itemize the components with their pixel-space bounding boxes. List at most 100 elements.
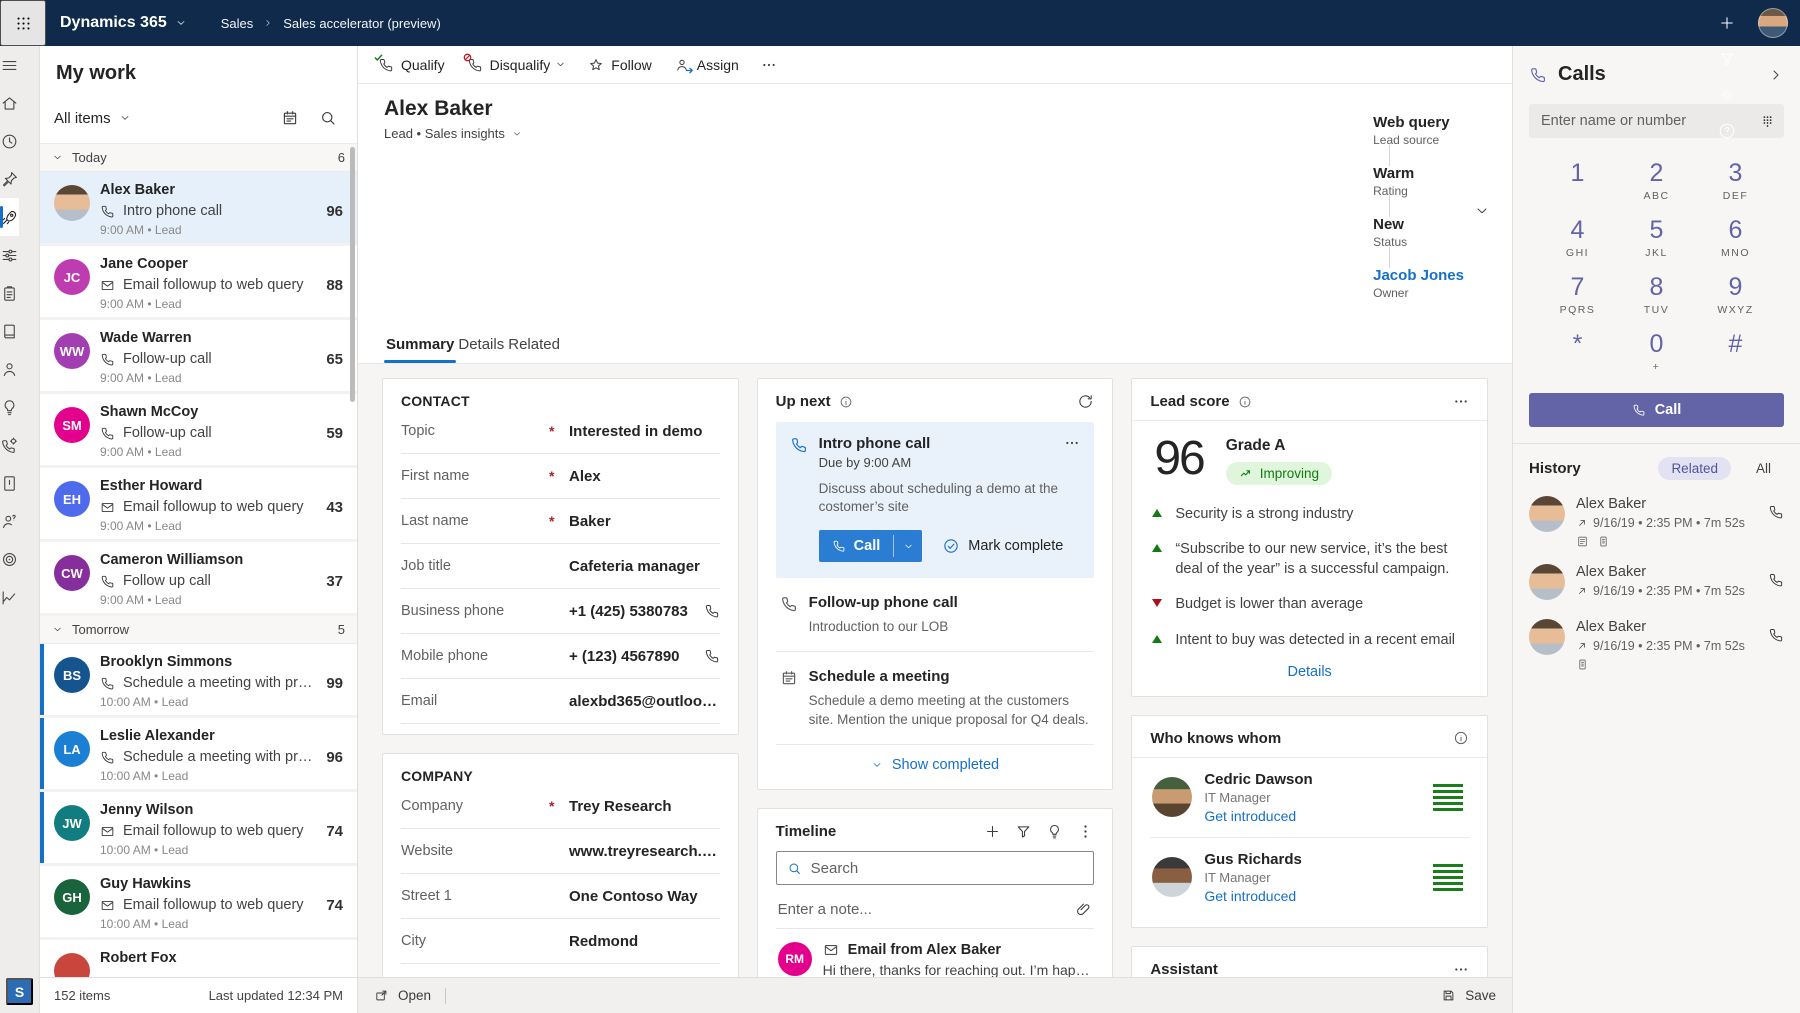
timeline-entry[interactable]: RM Email from Alex Baker Hi there, thank… [776, 929, 1095, 977]
environment-badge[interactable]: S [6, 978, 33, 1005]
field-value[interactable]: alexbd365@outlook.com [569, 693, 720, 710]
help-icon[interactable] [1709, 113, 1745, 149]
more-options-icon[interactable] [1453, 393, 1469, 410]
timeline-search[interactable] [775, 851, 1095, 886]
All[interactable]: All [1743, 457, 1784, 480]
collapse-header-chevron-icon[interactable] [1474, 203, 1490, 219]
dialpad-key[interactable]: 0 + [1622, 330, 1692, 375]
more-commands-button[interactable] [751, 51, 787, 79]
calendar-icon[interactable] [275, 103, 305, 133]
app-title[interactable]: Dynamics 365 [60, 14, 187, 32]
home-icon[interactable] [0, 84, 19, 122]
qualify-button[interactable]: Qualify [368, 51, 455, 79]
app-launcher-waffle-icon[interactable] [0, 0, 46, 46]
field-value[interactable]: Trey Research [569, 798, 720, 815]
call-back-phone-icon[interactable] [1768, 627, 1784, 643]
stat-value[interactable]: Warm [1373, 165, 1464, 182]
dialpad-key[interactable]: 7 PQRS [1543, 273, 1613, 318]
note-input[interactable] [777, 901, 1076, 919]
record-subtitle[interactable]: Lead • Sales insights [384, 126, 522, 141]
list-item[interactable]: SM Shawn McCoy Follow-up call 9:00 AM • … [40, 394, 357, 468]
list-item[interactable]: BS Brooklyn Simmons Schedule a meeting w… [40, 644, 357, 718]
timeline-search-input[interactable] [810, 859, 1084, 877]
device-icon[interactable] [1576, 658, 1589, 671]
list-item[interactable]: Alex Baker Intro phone call 9:00 AM • Le… [40, 172, 357, 246]
field-value[interactable]: Baker [569, 513, 720, 530]
history-row[interactable]: Alex Baker 9/16/19 • 2:35 PM • 7m 52s [1529, 619, 1784, 671]
dialpad-key[interactable]: 8 TUV [1622, 273, 1692, 318]
info-icon[interactable] [1453, 730, 1469, 746]
task-more-icon[interactable] [1064, 435, 1080, 451]
sequence-icon[interactable] [0, 236, 19, 274]
history-row[interactable]: Alex Baker 9/16/19 • 2:35 PM • 7m 52s [1529, 564, 1784, 603]
refresh-icon[interactable] [1077, 393, 1094, 410]
insights-icon[interactable] [0, 388, 19, 426]
user-avatar[interactable] [1758, 8, 1788, 38]
get-introduced-link[interactable]: Get introduced [1204, 808, 1312, 824]
get-introduced-link[interactable]: Get introduced [1204, 888, 1302, 904]
info-icon[interactable] [1238, 395, 1252, 409]
dialpad-key[interactable]: 6 MNO [1701, 216, 1771, 261]
filter-icon[interactable] [1709, 41, 1745, 77]
follow-button[interactable]: Follow [578, 51, 661, 79]
upcoming-task[interactable]: Schedule a meeting Schedule a demo meeti… [775, 652, 1095, 746]
field-value[interactable]: +1 (425) 5380783 [569, 603, 696, 620]
dialpad-key[interactable]: 3 DEF [1701, 159, 1771, 204]
dialpad-key[interactable]: 5 JKL [1622, 216, 1692, 261]
dialpad-key[interactable]: 9 WXYZ [1701, 273, 1771, 318]
Related[interactable]: Related [1658, 457, 1731, 480]
call-options-chevron-icon[interactable] [894, 530, 922, 562]
more-options-icon[interactable] [1453, 961, 1469, 977]
sidebar-scrollbar[interactable] [350, 147, 355, 402]
field-value[interactable]: Alex [569, 468, 720, 485]
Related[interactable]: Related [506, 330, 562, 363]
call-notes-icon[interactable] [1576, 535, 1589, 548]
person-question-icon[interactable] [0, 502, 19, 540]
open-button[interactable]: Open [374, 988, 431, 1003]
add-record-icon[interactable] [984, 823, 1001, 840]
notebook-icon[interactable] [0, 312, 19, 350]
field-value[interactable]: + (123) 4567890 [569, 648, 696, 665]
breadcrumb-sales-accelerator[interactable]: Sales accelerator (preview) [283, 16, 441, 31]
field-value[interactable]: Redmond [569, 933, 720, 950]
Details[interactable]: Details [456, 330, 506, 363]
phone-icon[interactable] [704, 603, 720, 619]
save-button[interactable]: Save [1441, 988, 1496, 1003]
mark-complete-button[interactable]: Mark complete [942, 537, 1063, 555]
dialpad-key[interactable]: 1 [1543, 159, 1613, 204]
show-completed-button[interactable]: Show completed [776, 745, 1095, 779]
list-item[interactable]: WW Wade Warren Follow-up call 9:00 AM • … [40, 320, 357, 394]
menu-icon[interactable] [0, 46, 19, 84]
details-link[interactable]: Details [1287, 664, 1331, 680]
sales-accelerator-icon[interactable] [0, 198, 19, 236]
field-value[interactable]: Interested in demo [569, 423, 720, 440]
goals-icon[interactable] [0, 540, 19, 578]
field-value[interactable]: www.treyresearch.net [569, 843, 720, 860]
items-filter-dropdown[interactable]: All items [54, 110, 131, 127]
reports-icon[interactable] [0, 578, 19, 616]
list-item[interactable]: EH Esther Howard Email followup to web q… [40, 468, 357, 542]
device-icon[interactable] [1597, 535, 1610, 548]
stat-value[interactable]: Jacob Jones [1373, 267, 1464, 284]
pin-icon[interactable] [0, 160, 19, 198]
contacts-icon[interactable] [0, 350, 19, 388]
list-item[interactable]: GH Guy Hawkins Email followup to web que… [40, 866, 357, 940]
calls-settings-icon[interactable] [0, 426, 19, 464]
search-icon[interactable] [313, 103, 343, 133]
history-row[interactable]: Alex Baker 9/16/19 • 2:35 PM • 7m 52s [1529, 496, 1784, 548]
phone-icon[interactable] [704, 648, 720, 664]
insights-bulb-icon[interactable] [1046, 823, 1063, 840]
recent-icon[interactable] [0, 122, 19, 160]
doc-alert-icon[interactable] [0, 464, 19, 502]
list-item[interactable]: Robert Fox [40, 940, 357, 977]
info-icon[interactable] [839, 395, 853, 409]
assign-button[interactable]: Assign [664, 51, 749, 79]
filter-icon[interactable] [1015, 823, 1032, 840]
add-icon[interactable] [1709, 5, 1745, 41]
group-header-tomorrow[interactable]: Tomorrow 5 [40, 616, 357, 644]
call-button[interactable]: Call [819, 530, 894, 562]
dialpad-key[interactable]: # [1701, 330, 1771, 375]
field-value[interactable]: One Contoso Way [569, 888, 720, 905]
dialpad-key[interactable]: 4 GHI [1543, 216, 1613, 261]
field-value[interactable]: Cafeteria manager [569, 558, 720, 575]
